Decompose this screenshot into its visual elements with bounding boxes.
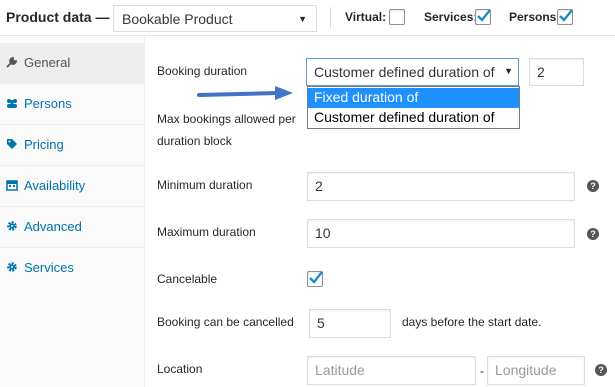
- tab-availability[interactable]: Availability: [0, 166, 145, 207]
- tab-availability-label: Availability: [24, 178, 86, 193]
- tab-general[interactable]: General: [0, 43, 145, 84]
- wrench-icon: [6, 57, 17, 68]
- persons-checkbox[interactable]: [557, 9, 573, 25]
- product-data-header: Product data — Bookable Product ▼ Virtua…: [0, 0, 615, 36]
- cancel-window-input[interactable]: 5: [309, 309, 391, 338]
- help-icon[interactable]: ?: [587, 228, 599, 240]
- chevron-down-icon: ▼: [298, 14, 307, 24]
- latitude-input[interactable]: Latitude: [307, 356, 476, 385]
- virtual-label: Virtual:: [345, 10, 387, 24]
- checkmark-icon: [559, 9, 573, 22]
- tab-general-label: General: [24, 55, 71, 70]
- min-duration-label: Minimum duration: [157, 178, 253, 192]
- chevron-down-icon: ▼: [501, 66, 513, 76]
- product-type-value: Bookable Product: [122, 11, 233, 27]
- virtual-checkbox[interactable]: [389, 9, 405, 25]
- persons-icon: [7, 99, 17, 108]
- product-type-select[interactable]: Bookable Product ▼: [113, 5, 317, 32]
- booking-duration-label: Booking duration: [157, 64, 248, 78]
- location-separator: -: [480, 364, 484, 378]
- cancel-window-suffix: days before the start date.: [402, 315, 542, 329]
- tab-persons-label: Persons: [24, 96, 72, 111]
- tab-services[interactable]: Services: [0, 248, 145, 289]
- header-divider: [330, 7, 331, 29]
- booking-duration-input[interactable]: 2: [529, 58, 584, 86]
- cancel-window-label: Booking can be cancelled: [157, 315, 294, 329]
- product-data-tabs: General Persons Pricing Availability Adv…: [0, 37, 145, 387]
- product-data-title: Product data —: [6, 9, 110, 25]
- tab-advanced[interactable]: Advanced: [0, 207, 145, 248]
- tab-persons[interactable]: Persons: [0, 84, 145, 125]
- help-icon[interactable]: ?: [595, 364, 607, 376]
- annotation-arrow-icon: [197, 86, 293, 100]
- help-icon[interactable]: ?: [587, 180, 599, 192]
- option-fixed-duration[interactable]: Fixed duration of: [308, 88, 519, 108]
- persons-label: Persons:: [509, 10, 561, 24]
- cancelable-label: Cancelable: [157, 272, 218, 286]
- tag-icon: [7, 139, 17, 149]
- min-duration-input[interactable]: 2: [307, 172, 575, 201]
- cancelable-checkbox[interactable]: [307, 271, 323, 287]
- tab-advanced-label: Advanced: [24, 219, 82, 234]
- gear-icon: [7, 221, 17, 231]
- services-label: Services:: [424, 10, 478, 24]
- booking-duration-selected: Customer defined duration of: [314, 64, 495, 80]
- max-duration-label: Maximum duration: [157, 225, 256, 239]
- tab-services-label: Services: [24, 260, 74, 275]
- gear-icon: [7, 262, 17, 272]
- longitude-input[interactable]: Longitude: [487, 356, 585, 385]
- checkmark-icon: [309, 271, 323, 284]
- location-label: Location: [157, 362, 203, 376]
- booking-duration-select[interactable]: Customer defined duration of ▼: [306, 58, 519, 86]
- tab-pricing-label: Pricing: [24, 137, 64, 152]
- services-checkbox[interactable]: [475, 9, 491, 25]
- tab-pricing[interactable]: Pricing: [0, 125, 145, 166]
- calendar-icon: [6, 180, 18, 191]
- booking-duration-dropdown: Fixed duration of Customer defined durat…: [307, 86, 520, 129]
- option-customer-defined-duration[interactable]: Customer defined duration of: [308, 108, 519, 128]
- max-bookings-label-line2: duration block: [157, 134, 232, 148]
- checkmark-icon: [477, 9, 491, 22]
- max-duration-input[interactable]: 10: [307, 219, 575, 248]
